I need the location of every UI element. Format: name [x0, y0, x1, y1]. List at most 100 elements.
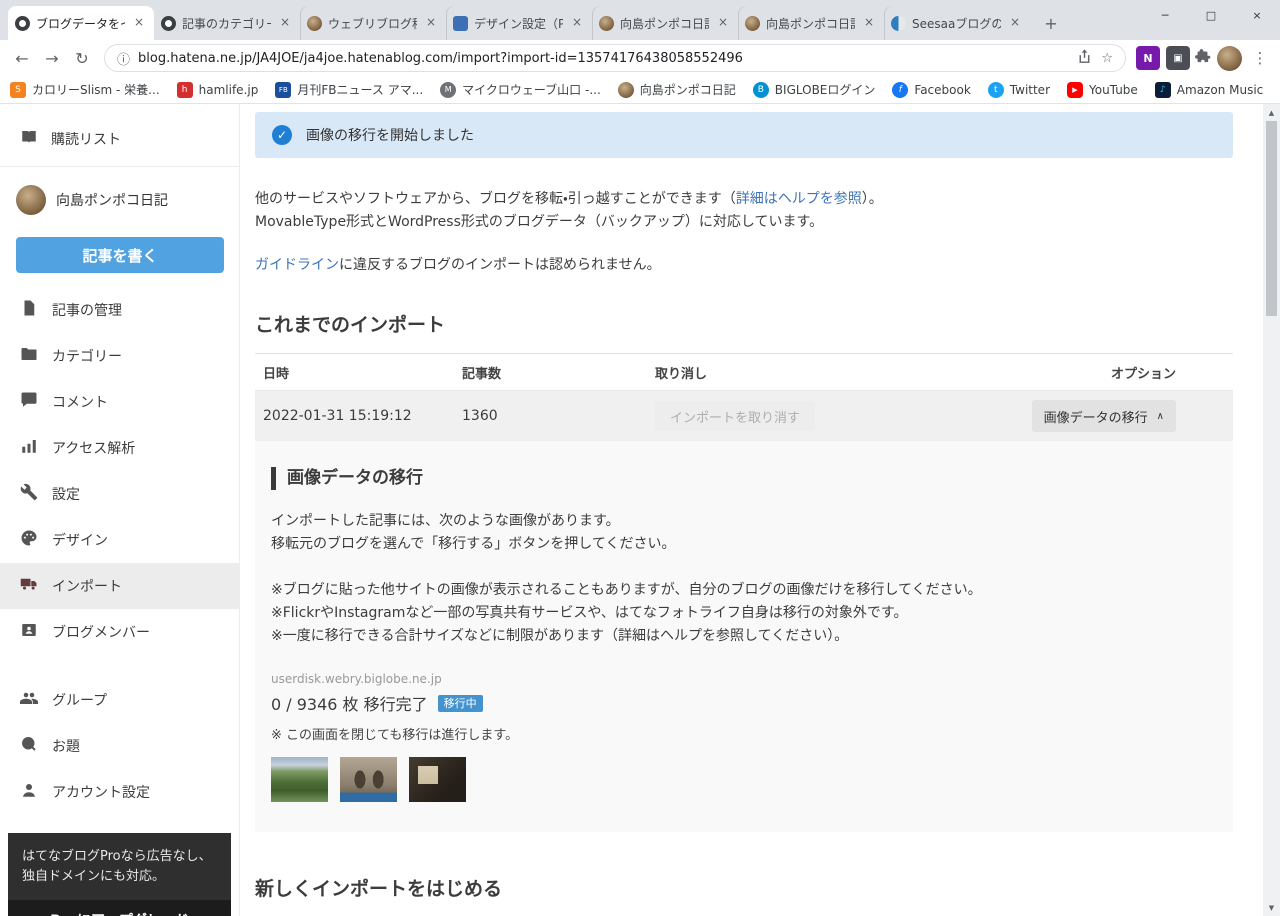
column-header-date: 日時 — [263, 366, 290, 382]
browser-tab-blog-2[interactable]: 向島ポンポコ日記（ × — [738, 6, 884, 40]
bookmark-item[interactable]: Facebook — [892, 81, 971, 98]
extensions-puzzle-icon[interactable] — [1194, 48, 1211, 69]
image-thumbnails — [271, 757, 1217, 802]
browser-tab-design[interactable]: デザイン設定（PC） × — [446, 6, 592, 40]
truck-icon — [20, 575, 38, 597]
favicon — [10, 81, 26, 98]
thumbnail-statues — [340, 757, 397, 802]
table-row: 2022-01-31 15:19:12 1360 インポートを取り消す 画像デー… — [255, 391, 1233, 441]
sidebar-item-label: アクセス解析 — [52, 441, 136, 457]
image-migration-toggle-button[interactable]: 画像データの移行 ∧ — [1031, 400, 1176, 432]
sidebar-item-groups[interactable]: グループ — [0, 677, 239, 723]
help-link[interactable]: 詳細はヘルプを参照 — [736, 191, 862, 207]
share-icon[interactable] — [1076, 48, 1093, 69]
browser-tab-seesaa[interactable]: Seesaaブログの Fac × — [884, 6, 1030, 40]
sidebar-item-settings[interactable]: 設定 — [0, 471, 239, 517]
browser-menu-icon[interactable]: ⋮ — [1248, 49, 1272, 67]
migration-progress: 0 / 9346 枚 移行完了 移行中 — [271, 691, 1217, 715]
reload-icon[interactable]: ↻ — [68, 44, 96, 72]
scroll-down-icon[interactable]: ▼ — [1263, 899, 1280, 916]
source-host: userdisk.webry.biglobe.ne.jp — [271, 672, 442, 686]
sidebar-item-account[interactable]: アカウント設定 — [0, 769, 239, 815]
tab-strip: ブログデータをインポ × 記事のカテゴリーを変 × ウェブリブログ移転済 × デ… — [0, 0, 1280, 40]
sidebar-item-entries[interactable]: 記事の管理 — [0, 287, 239, 333]
bookmark-item[interactable]: マイクロウェーブ山口 -... — [440, 81, 601, 98]
intro-paragraph: 他のサービスやソフトウェアから、ブログを移転・引っ越すことができます（詳細はヘル… — [255, 188, 1233, 234]
check-icon: ✓ — [272, 125, 292, 145]
tab-close-icon[interactable]: × — [423, 15, 439, 31]
q-icon — [20, 735, 38, 757]
sidebar-item-categories[interactable]: カテゴリー — [0, 333, 239, 379]
new-tab-button[interactable]: + — [1038, 10, 1064, 36]
folder-icon — [20, 345, 38, 367]
sidebar-item-comments[interactable]: コメント — [0, 379, 239, 425]
panel-description: インポートした記事には、次のような画像があります。 移転元のブログを選んで「移行… — [271, 510, 1217, 556]
note-text: ※FlickrやInstagramなど一部の写真共有サービスや、はてなフォトライ… — [271, 605, 908, 621]
progress-text: 0 / 9346 枚 移行完了 — [271, 695, 428, 714]
browser-tab-webry[interactable]: ウェブリブログ移転済 × — [300, 6, 446, 40]
scroll-up-icon[interactable]: ▲ — [1263, 104, 1280, 121]
favicon — [176, 81, 193, 98]
tab-close-icon[interactable]: × — [861, 15, 877, 31]
bookmark-star-icon[interactable]: ☆ — [1101, 51, 1113, 66]
bookmark-item[interactable]: Twitter — [987, 81, 1050, 98]
bookmark-item[interactable]: YouTube — [1067, 81, 1138, 98]
bookmark-item[interactable]: 月刊FBニュース アマ... — [275, 81, 423, 98]
browser-tab-category[interactable]: 記事のカテゴリーを変 × — [154, 6, 300, 40]
pro-upgrade-button[interactable]: Proにアップグレード — [8, 900, 231, 916]
back-icon[interactable]: ← — [8, 44, 36, 72]
profile-avatar[interactable] — [1217, 45, 1242, 71]
browser-tab-import[interactable]: ブログデータをインポ × — [8, 6, 154, 40]
tab-title: 向島ポンポコ日記（ — [766, 16, 855, 31]
write-entry-button[interactable]: 記事を書く — [16, 237, 224, 273]
sidebar-item-import[interactable]: インポート — [0, 563, 239, 609]
forward-icon[interactable]: → — [38, 44, 66, 72]
blog-avatar — [16, 185, 46, 215]
bookmark-item[interactable]: カロリーSlism - 栄養... — [10, 81, 160, 98]
people-icon — [20, 689, 38, 711]
blog-name: 向島ポンポコ日記 — [56, 193, 168, 209]
site-info-icon[interactable]: ⓘ — [117, 49, 130, 68]
bookmark-item[interactable]: hamlife.jp — [176, 81, 258, 98]
tab-close-icon[interactable]: × — [131, 15, 147, 31]
sidebar-item-subscriptions[interactable]: 購読リスト — [0, 114, 239, 164]
url-text[interactable]: blog.hatena.ne.jp/JA4JOE/ja4joe.hatenabl… — [138, 51, 1068, 66]
member-card-icon — [20, 621, 38, 643]
maximize-button[interactable]: □ — [1188, 0, 1234, 30]
sidebar-item-label: アカウント設定 — [52, 785, 150, 801]
column-header-options: オプション — [1110, 366, 1176, 382]
intro-text: 他のサービスやソフトウェアから、ブログを移転・引っ越すことができます（ — [255, 191, 736, 207]
minimize-button[interactable]: ─ — [1142, 0, 1188, 30]
close-button[interactable]: × — [1234, 0, 1280, 30]
sidebar-item-odai[interactable]: お題 — [0, 723, 239, 769]
cancel-import-button[interactable]: インポートを取り消す — [655, 401, 815, 431]
thumbnail-interior — [409, 757, 466, 802]
sidebar-item-members[interactable]: ブログメンバー — [0, 609, 239, 655]
tab-close-icon[interactable]: × — [277, 15, 293, 31]
page-scrollbar[interactable]: ▲ ▼ — [1263, 104, 1280, 916]
bookmark-item[interactable]: BIGLOBEログイン — [752, 81, 875, 98]
bookmark-label: YouTube — [1089, 82, 1138, 97]
document-icon — [20, 299, 38, 321]
favicon — [1154, 81, 1171, 98]
bookmark-item[interactable]: Amazon Music — [1154, 81, 1263, 98]
scrollbar-thumb[interactable] — [1266, 121, 1277, 316]
address-bar[interactable]: ⓘ blog.hatena.ne.jp/JA4JOE/ja4joe.hatena… — [104, 44, 1126, 72]
browser-tab-blog-1[interactable]: 向島ポンポコ日記（ × — [592, 6, 738, 40]
sidebar-item-analytics[interactable]: アクセス解析 — [0, 425, 239, 471]
bookmark-label: Twitter — [1009, 82, 1050, 97]
migration-started-notice: ✓ 画像の移行を開始しました — [255, 112, 1233, 158]
guideline-link[interactable]: ガイドライン — [255, 257, 339, 273]
tab-title: 記事のカテゴリーを変 — [182, 16, 271, 31]
tab-close-icon[interactable]: × — [569, 15, 585, 31]
favicon — [752, 81, 769, 98]
blog-selector[interactable]: 向島ポンポコ日記 — [0, 169, 239, 231]
extension-icon[interactable] — [1166, 46, 1190, 70]
tab-close-icon[interactable]: × — [1007, 15, 1023, 31]
onenote-extension-icon[interactable] — [1136, 46, 1160, 70]
guideline-text: に違反するブログのインポートは認められません。 — [339, 257, 661, 273]
bookmark-item[interactable]: 向島ポンポコ日記 — [617, 81, 736, 98]
tab-close-icon[interactable]: × — [715, 15, 731, 31]
sidebar-item-design[interactable]: デザイン — [0, 517, 239, 563]
